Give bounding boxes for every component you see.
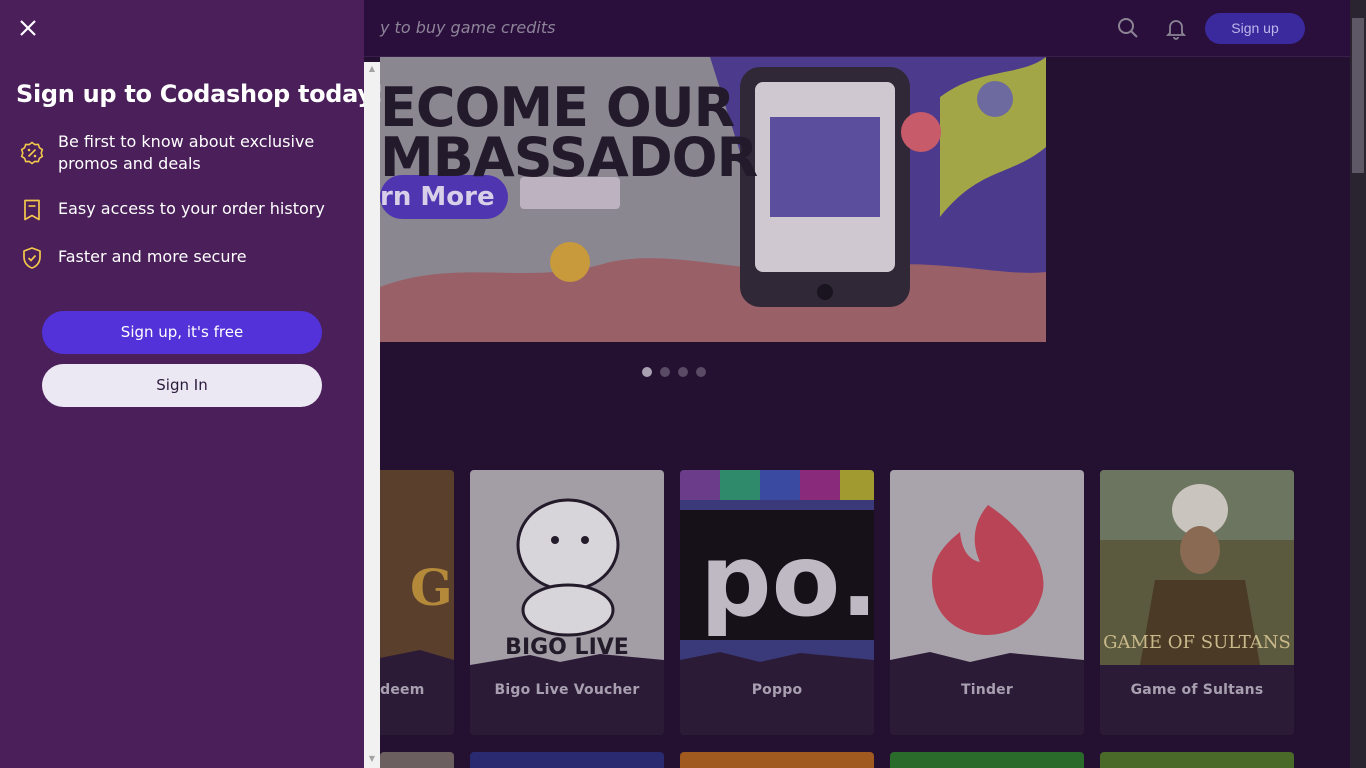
benefit-item-secure: Faster and more secure [20,246,328,270]
product-card-tinder[interactable]: Tinder [890,470,1084,735]
shield-check-icon [23,247,41,269]
promo-banner[interactable]: ECOME OUR MBASSADOR rn More [380,57,1046,342]
carousel-dot[interactable] [642,367,652,377]
scroll-down-arrow-icon[interactable]: ▼ [364,752,380,766]
badge-percent-icon [20,141,44,165]
signup-top-button[interactable]: Sign up [1205,13,1305,44]
product-name: Game of Sultans [1130,682,1264,698]
product-card-partial[interactable] [380,752,454,768]
svg-text:GAME OF SULTANS: GAME OF SULTANS [1103,632,1291,653]
tinder-flame-icon [890,470,1084,665]
product-name: Poppo [751,682,803,698]
banner-headline: ECOME OUR MBASSADOR [380,76,758,189]
product-name: Bigo Live Voucher [494,682,640,698]
carousel-dot[interactable] [660,367,670,377]
product-card-partial[interactable] [680,752,874,768]
bell-icon[interactable] [1164,16,1188,40]
benefit-text: Faster and more secure [58,247,247,266]
carousel-dot[interactable] [696,367,706,377]
scroll-up-arrow-icon[interactable]: ▲ [364,62,380,76]
svg-text:G: G [410,558,453,617]
poppo-artwork: po. [680,470,874,665]
search-icon[interactable] [1116,16,1140,40]
close-icon[interactable] [18,18,38,38]
product-card-partial[interactable] [470,752,664,768]
benefit-text: Be first to know about exclusive promos … [58,132,315,173]
bigo-live-artwork: BIGO LIVE [470,470,664,665]
carousel-dot[interactable] [678,367,688,377]
benefit-item-order-history: Easy access to your order history [20,198,328,222]
product-card-partial[interactable] [890,752,1084,768]
product-card-poppo[interactable]: po. Poppo [680,470,874,735]
drawer-title: Sign up to Codashop today! [16,80,384,108]
sign-in-button[interactable]: Sign In [42,364,322,407]
product-name: Tinder [961,682,1013,698]
banner-cta[interactable]: rn More [380,182,495,212]
benefit-item-promos: Be first to know about exclusive promos … [20,131,328,175]
signup-drawer: Sign up to Codashop today! Be first to k… [0,0,384,768]
bookmark-receipt-icon [24,199,40,221]
game-of-sultans-artwork: GAME OF SULTANS [1100,470,1294,665]
svg-text:BIGO LIVE: BIGO LIVE [505,635,629,660]
drawer-scrollbar[interactable]: ▲ ▼ [364,62,380,768]
svg-text:po.: po. [700,522,874,639]
page-scrollbar-thumb[interactable] [1352,18,1364,173]
page-scrollbar[interactable] [1350,0,1366,768]
product-card-game-of-sultans[interactable]: GAME OF SULTANS Game of Sultans [1100,470,1294,735]
carousel-dots [642,367,706,377]
signup-free-button[interactable]: Sign up, it's free [42,311,322,354]
product-card-partial[interactable] [1100,752,1294,768]
product-card-bigo[interactable]: BIGO LIVE Bigo Live Voucher [470,470,664,735]
search-placeholder[interactable]: y to buy game credits [380,18,555,37]
benefit-text: Easy access to your order history [58,199,325,218]
